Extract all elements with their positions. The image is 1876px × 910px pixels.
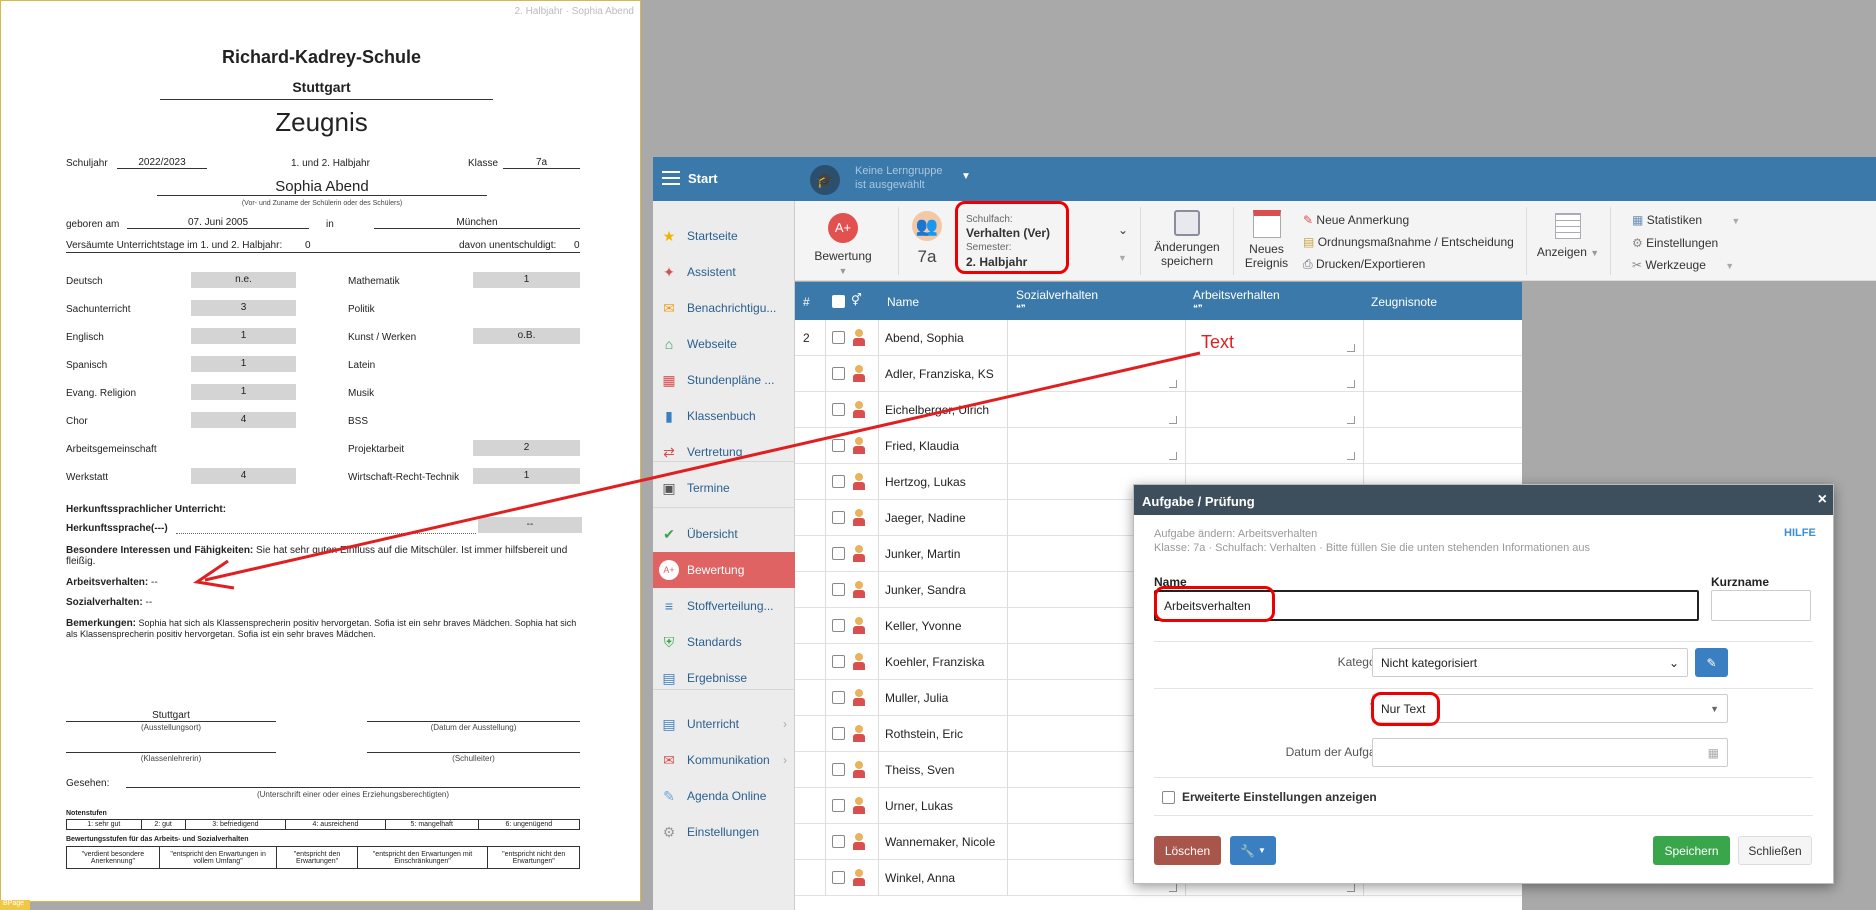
annotation-overlay [193, 351, 1201, 590]
annotation-text: Text [1201, 332, 1235, 352]
annotation-arrow-line [204, 351, 1201, 582]
